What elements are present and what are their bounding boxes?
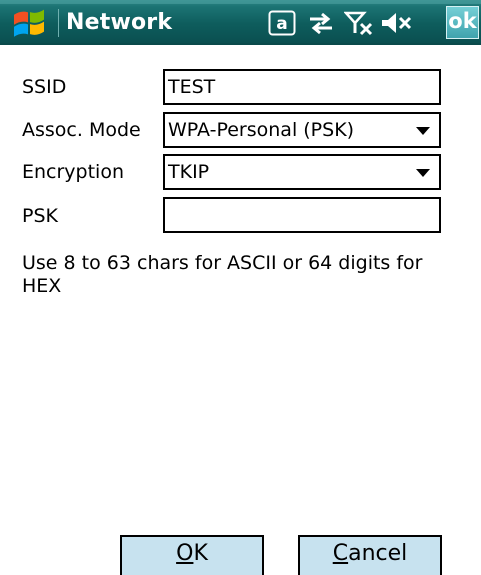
assoc-mode-value: WPA-Personal (PSK) xyxy=(168,119,355,141)
title-ok-button[interactable]: ok xyxy=(446,6,479,39)
ok-button-mnemonic: O xyxy=(176,541,194,566)
window-title: Network xyxy=(66,10,173,35)
cancel-button-label: ancel xyxy=(348,541,408,566)
dropdown-arrow-icon[interactable] xyxy=(416,169,430,177)
speaker-mute-icon[interactable] xyxy=(380,10,414,36)
at-sign-icon[interactable]: a xyxy=(268,10,296,36)
title-bar: Network a ok xyxy=(0,0,481,45)
title-separator xyxy=(58,9,59,37)
ok-button-label: K xyxy=(193,541,208,566)
connectivity-arrows-icon[interactable] xyxy=(306,10,336,36)
encryption-value: TKIP xyxy=(168,161,210,183)
cancel-button[interactable]: Cancel xyxy=(298,535,442,575)
svg-text:a: a xyxy=(276,14,287,34)
assoc-mode-dropdown[interactable]: WPA-Personal (PSK) xyxy=(163,112,441,148)
help-text: Use 8 to 63 chars for ASCII or 64 digits… xyxy=(22,252,423,297)
ssid-label: SSID xyxy=(22,76,67,98)
encryption-label: Encryption xyxy=(22,161,125,183)
assoc-mode-label: Assoc. Mode xyxy=(22,119,141,141)
ssid-field[interactable]: TEST xyxy=(163,69,441,105)
cancel-button-mnemonic: C xyxy=(332,541,349,566)
windows-flag-icon[interactable] xyxy=(6,6,54,40)
psk-label: PSK xyxy=(22,205,58,227)
ok-button[interactable]: OK xyxy=(120,535,264,575)
title-bar-highlight xyxy=(0,0,481,4)
encryption-dropdown[interactable]: TKIP xyxy=(163,154,441,190)
dropdown-arrow-icon[interactable] xyxy=(416,127,430,135)
signal-off-icon[interactable] xyxy=(343,10,374,36)
psk-field[interactable] xyxy=(163,197,441,233)
